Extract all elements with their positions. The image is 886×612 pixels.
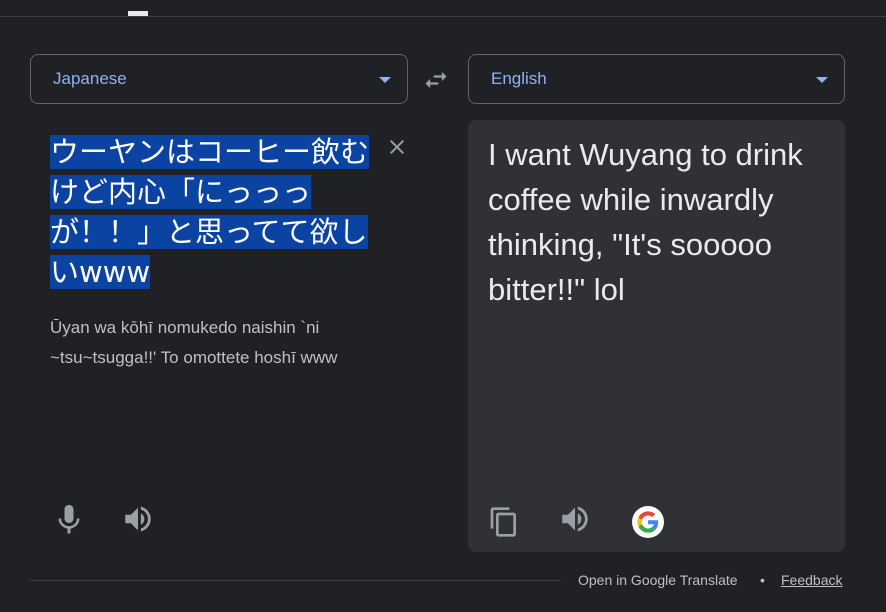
swap-languages-button[interactable]	[422, 66, 450, 94]
google-g-icon	[632, 506, 664, 538]
close-icon	[390, 140, 404, 154]
translation-panel: I want Wuyang to drink coffee while inwa…	[468, 120, 845, 552]
microphone-icon	[58, 505, 80, 534]
copy-translation-button[interactable]	[488, 506, 524, 542]
tab-indicator	[128, 11, 148, 16]
feedback-link[interactable]: Feedback	[781, 572, 842, 588]
chevron-down-icon	[816, 77, 828, 83]
translation-text: I want Wuyang to drink coffee while inwa…	[488, 137, 803, 307]
source-panel: ウーヤンはコーヒー飲むけど内心「にっっっが！！」と思ってて欲しいwww Ūyan…	[30, 120, 408, 552]
source-text: ウーヤンはコーヒー飲むけど内心「にっっっが！！」と思ってて欲しいwww	[50, 135, 370, 289]
source-romanization: Ūyan wa kōhī nomukedo naishin `ni ~tsu~t…	[50, 318, 338, 367]
top-divider	[0, 16, 886, 17]
open-in-google-translate-link[interactable]: Open in Google Translate	[578, 572, 738, 588]
microphone-button[interactable]	[51, 502, 87, 538]
target-language-select[interactable]: English	[468, 54, 845, 104]
speaker-icon	[562, 506, 588, 532]
chevron-down-icon	[379, 77, 391, 83]
swap-arrows-icon	[425, 71, 447, 89]
source-text-input[interactable]: ウーヤンはコーヒー飲むけど内心「にっっっが！！」と思ってて欲しいwww	[50, 132, 380, 292]
translate-widget: Japanese English ウーヤンはコーヒー飲むけど内心「にっっっが！！…	[0, 0, 886, 612]
footer-separator: •	[760, 572, 765, 588]
footer-divider	[30, 580, 561, 581]
clear-source-button[interactable]	[385, 135, 409, 159]
source-language-select[interactable]: Japanese	[30, 54, 408, 104]
source-language-label: Japanese	[53, 69, 127, 88]
listen-source-button[interactable]	[121, 502, 157, 538]
listen-translation-button[interactable]	[558, 502, 594, 538]
target-language-label: English	[491, 69, 547, 88]
copy-icon	[490, 507, 516, 537]
speaker-icon	[125, 506, 151, 532]
